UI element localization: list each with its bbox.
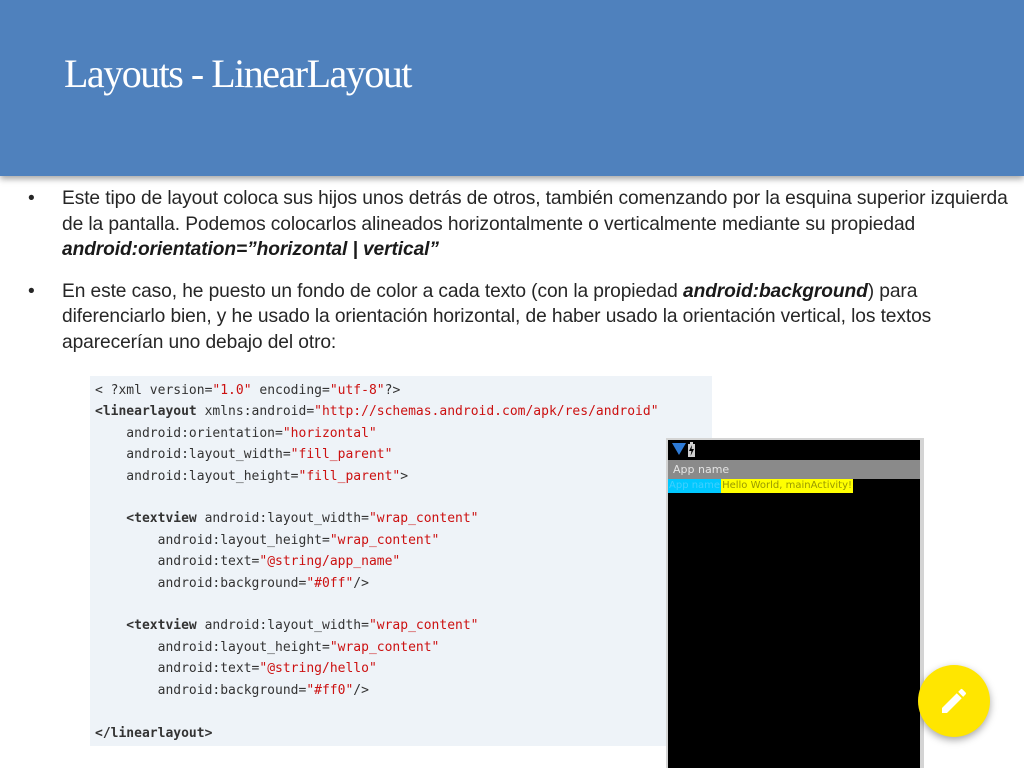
code-line: android:text="@string/app_name" [95,554,401,570]
code-text: ?> [384,383,401,398]
code-text: /> [353,575,369,591]
code-tag: <textview [95,618,197,634]
bullet-list: • Este tipo de layout coloca sus hijos u… [28,186,1013,371]
code-text: < ?xml version= [95,383,213,398]
android-emulator-screenshot: App name App name Hello World, mainActivi… [666,438,924,768]
code-attr-value: "wrap_content" [329,639,440,655]
textview-hello: Hello World, mainActivity! [721,479,854,493]
code-attr-value: "1.0" [212,383,252,398]
code-line: android:orientation="horizontal" [95,425,377,441]
code-text: encoding= [251,383,330,398]
code-attr-value: "fill_parent" [290,447,393,463]
code-line: </linearlayout> [95,726,212,741]
code-tag: <linearlayout [95,404,197,420]
code-text: > [400,468,409,484]
code-text: android:text= [95,554,260,570]
code-text: /> [353,682,369,698]
code-attr-value: "fill_parent" [298,468,401,484]
bullet-dot: • [28,280,35,302]
code-attr-value: "utf-8" [329,383,385,398]
code-text: android:layout_height= [95,532,330,548]
pencil-icon [942,688,967,713]
code-line: <textview android:layout_width="wrap_con… [95,618,479,634]
xml-code: < ?xml version="1.0" encoding="utf-8"?> … [90,376,712,744]
code-line: <textview android:layout_width="wrap_con… [95,511,479,527]
slide-header: Layouts - LinearLayout [0,0,1024,176]
code-attr-value: "#ff0" [306,682,354,698]
bullet-dot: • [28,188,35,209]
code-attr-value: "#0ff" [306,575,354,591]
slide-title: Layouts - LinearLayout [64,51,412,96]
battery-icon [688,442,695,457]
bullet-text: En este caso, he puesto un fondo de colo… [62,280,683,302]
code-attr-value: "wrap_content" [368,618,479,634]
bullet-item-background-explanation: • En este caso, he puesto un fondo de co… [28,279,1013,356]
bullet-item-layout-description: • Este tipo de layout coloca sus hijos u… [28,186,1013,263]
status-bar [668,440,920,460]
code-text: xmlns:android= [196,404,315,420]
code-attr-value: "horizontal" [282,425,377,441]
orientation-property-keyword: android:orientation=”horizontal | vertic… [62,239,439,260]
textview-app-name: App name [668,479,722,493]
code-line: android:layout_height="fill_parent"> [95,469,408,484]
code-text: android:layout_width= [196,511,369,527]
code-tag: <textview [95,511,197,527]
background-property-keyword: android:background [683,280,868,302]
code-text: android:text= [95,661,260,677]
code-line: android:background="#0ff"/> [95,576,369,591]
app-title-bar: App name [668,460,920,479]
code-text: android:orientation= [95,425,283,441]
signal-icon [672,443,686,455]
code-line: android:layout_height="wrap_content" [95,532,440,548]
code-attr-value: "http://schemas.android.com/apk/res/andr… [314,404,659,420]
code-tag: </linearlayout> [95,725,213,741]
code-attr-value: "@string/hello" [259,661,377,677]
code-text: android:layout_width= [196,618,369,634]
phone-screen: App name App name Hello World, mainActivi… [668,440,920,768]
textview-row: App name Hello World, mainActivity! [668,479,854,493]
code-text: android:background= [95,682,307,698]
xml-code-block: < ?xml version="1.0" encoding="utf-8"?> … [90,376,712,746]
code-line: android:background="#ff0"/> [95,683,369,698]
code-line: < ?xml version="1.0" encoding="utf-8"?> [95,383,400,398]
code-text: android:layout_height= [95,639,330,655]
code-text: android:background= [95,575,307,591]
code-text: android:layout_height= [95,468,299,484]
bullet-text: Este tipo de layout coloca sus hijos uno… [62,188,1008,235]
edit-fab-button[interactable] [918,665,990,737]
code-line: android:layout_width="fill_parent" [95,447,392,462]
code-attr-value: "wrap_content" [368,511,479,527]
code-text: android:layout_width= [95,447,291,463]
code-line: <linearlayout xmlns:android="http://sche… [95,404,659,419]
code-attr-value: "@string/app_name" [259,554,401,570]
code-line: android:layout_height="wrap_content" [95,639,440,655]
code-attr-value: "wrap_content" [329,532,440,548]
code-line: android:text="@string/hello" [95,661,377,676]
